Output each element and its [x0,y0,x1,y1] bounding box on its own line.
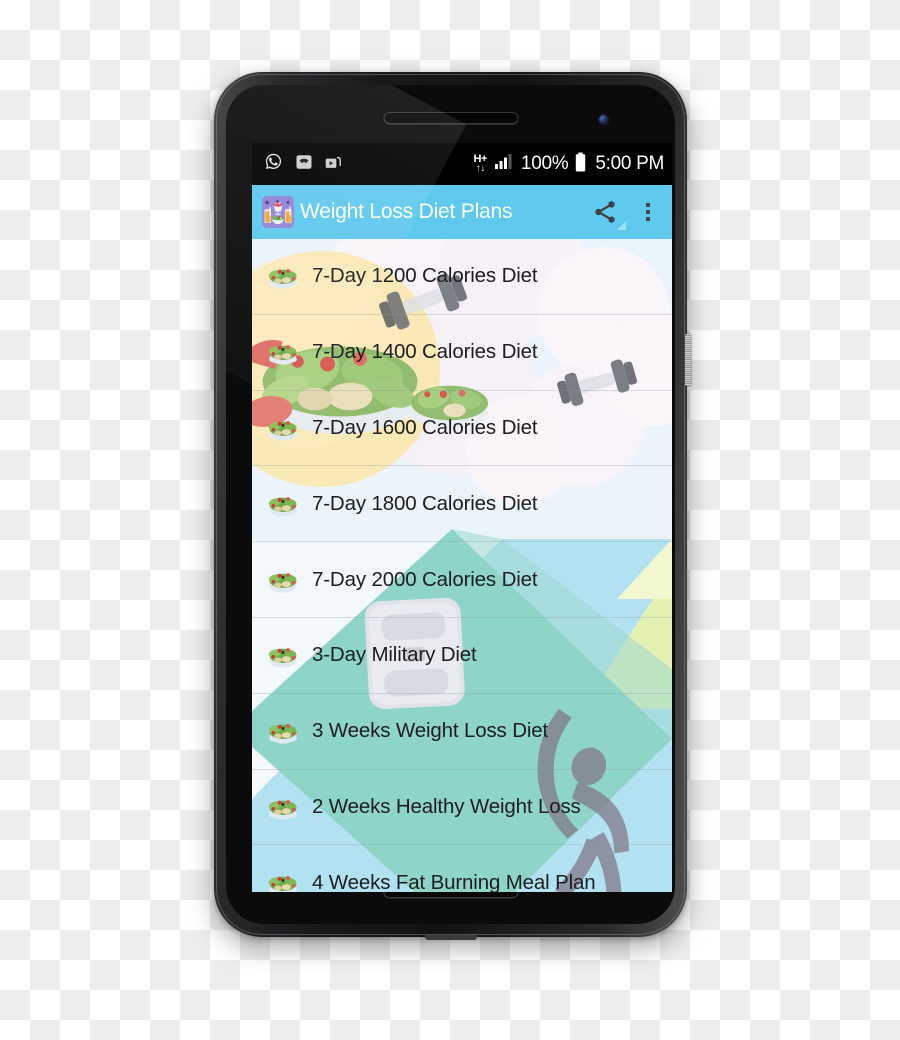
list-item[interactable]: 7-Day 1200 Calories Diet [252,239,672,315]
app-title: Weight Loss Diet Plans [300,200,513,223]
salad-bowl-icon [262,866,304,892]
list-item[interactable]: 3-Day Military Diet [252,617,672,694]
salad-bowl-icon [262,259,304,293]
wifi-icon [295,153,313,176]
salad-bowl-icon [262,335,304,369]
clock-label: 5:00 PM [595,153,664,174]
salad-bowl-icon [262,563,304,597]
overflow-dot [646,217,650,221]
salad-bowl-icon [262,714,304,748]
list-item-label: 7-Day 1600 Calories Diet [312,415,538,439]
list-item-label: 7-Day 1200 Calories Diet [312,264,538,288]
app-bar: Weight Loss Diet Plans [252,185,672,239]
list-item[interactable]: 4 Weeks Fat Burning Meal Plan [252,845,672,892]
diet-plan-list-area: 7-Day 1200 Calories Diet 7-Day 1400 Calo… [252,239,672,892]
signal-bars-icon [494,153,514,175]
list-item-label: 4 Weeks Fat Burning Meal Plan [312,870,596,892]
list-item[interactable]: 2 Weeks Healthy Weight Loss [252,769,672,846]
overflow-dot [646,210,650,214]
salad-bowl-icon [262,638,304,672]
share-icon[interactable] [592,199,626,230]
list-item-label: 7-Day 2000 Calories Diet [312,567,538,591]
status-bar: H+ ↑↓ 100% 5:00 PM [252,143,672,185]
power-button[interactable] [685,334,691,386]
list-item[interactable]: 3 Weeks Weight Loss Diet [252,693,672,770]
list-item[interactable]: 7-Day 1600 Calories Diet [252,390,672,467]
salad-bowl-icon [262,790,304,824]
overflow-dot [646,203,650,207]
battery-percent-label: 100% [520,153,569,174]
salad-bowl-icon [262,487,304,521]
whatsapp-icon [264,152,283,176]
diet-plan-list: 7-Day 1200 Calories Diet 7-Day 1400 Calo… [252,239,672,892]
media-shortcut-icon [325,153,342,175]
list-item-label: 2 Weeks Healthy Weight Loss [312,794,581,818]
bottom-port [424,935,477,940]
overflow-menu-icon[interactable] [640,201,656,223]
list-item-label: 3 Weeks Weight Loss Diet [312,719,549,743]
list-item[interactable]: 7-Day 1400 Calories Diet [252,314,672,391]
network-type-icon: H+ ↑↓ [474,154,488,174]
list-item-label: 7-Day 1400 Calories Diet [312,340,538,364]
salad-bowl-icon [262,411,304,445]
network-arrows-label: ↑↓ [475,163,486,174]
diet-app-icon[interactable] [262,196,294,228]
phone-face: H+ ↑↓ 100% 5:00 PM Weight Loss Diet Plan… [226,85,675,924]
app-bar-actions [592,199,662,230]
list-item-label: 3-Day Military Diet [312,643,477,667]
list-item[interactable]: 7-Day 1800 Calories Diet [252,466,672,543]
status-bar-right-icons: H+ ↑↓ 100% 5:00 PM [474,152,664,177]
front-camera [599,115,608,124]
earpiece-speaker [383,112,518,124]
list-item[interactable]: 7-Day 2000 Calories Diet [252,542,672,618]
status-bar-left-icons [264,152,342,176]
list-item-label: 7-Day 1800 Calories Diet [312,491,538,515]
share-dropdown-caret-icon [617,221,626,230]
battery-full-icon [575,152,586,177]
phone-device: H+ ↑↓ 100% 5:00 PM Weight Loss Diet Plan… [214,72,691,940]
phone-screen: H+ ↑↓ 100% 5:00 PM Weight Loss Diet Plan… [252,143,672,892]
